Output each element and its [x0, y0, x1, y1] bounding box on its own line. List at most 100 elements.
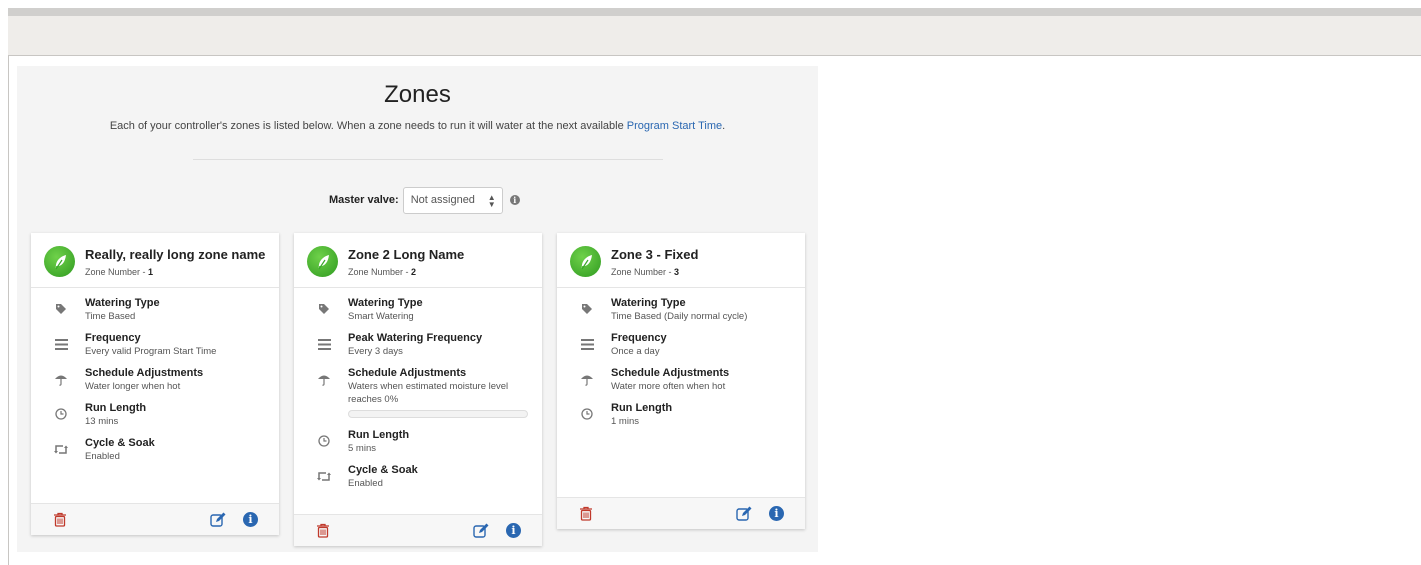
row-title: Cycle & Soak [85, 437, 155, 449]
umbrella-icon [317, 372, 331, 386]
watering-type-row: Watering Type Time Based (Daily normal c… [567, 296, 795, 324]
frequency-row: Peak Watering Frequency Every 3 days [304, 331, 532, 359]
row-value: Smart Watering [348, 311, 414, 322]
master-valve-value: Not assigned [410, 194, 475, 206]
tag-icon [317, 302, 331, 316]
leaf-icon [570, 246, 601, 277]
edit-icon[interactable] [736, 506, 752, 521]
zone-card-header: Zone 3 - Fixed Zone Number - 3 [557, 233, 805, 288]
row-title: Schedule Adjustments [611, 367, 730, 379]
info-icon[interactable]: i [769, 506, 784, 521]
page-subtitle: Each of your controller's zones is liste… [17, 120, 818, 132]
zone-card-header: Really, really long zone name Zone Numbe… [31, 233, 279, 288]
zones-panel: Zones Each of your controller's zones is… [17, 66, 818, 552]
row-value: Enabled [85, 451, 120, 462]
row-title: Frequency [611, 332, 667, 344]
list-icon [580, 337, 594, 351]
umbrella-icon [580, 372, 594, 386]
clock-icon [317, 434, 331, 448]
trash-icon[interactable] [316, 523, 330, 538]
info-icon[interactable]: i [509, 195, 520, 205]
subtitle-text: Each of your controller's zones is liste… [109, 120, 627, 132]
zone-number-label: Zone Number - [611, 267, 675, 277]
zone-name: Really, really long zone name [85, 247, 266, 262]
moisture-level-bar [348, 410, 528, 418]
retweet-icon [54, 442, 68, 456]
row-value: Waters when estimated moisture level rea… [348, 381, 509, 405]
program-start-time-link[interactable]: Program Start Time [627, 120, 722, 132]
row-title: Watering Type [348, 297, 423, 309]
leaf-icon [44, 246, 75, 277]
divider [193, 159, 663, 160]
zone-card-footer: i [557, 497, 805, 529]
header-bar [8, 16, 1421, 56]
zone-card-body: Watering Type Time Based (Daily normal c… [557, 288, 805, 444]
edit-icon[interactable] [473, 523, 489, 538]
zone-card-footer: i [31, 503, 279, 535]
zone-name: Zone 2 Long Name [348, 247, 465, 262]
zone-number: Zone Number - 3 [611, 267, 795, 277]
schedule-adjustments-row: Schedule Adjustments Waters when estimat… [304, 366, 532, 418]
frequency-row: Frequency Every valid Program Start Time [41, 331, 269, 359]
zone-number-value: 1 [148, 267, 154, 277]
zone-card-body: Watering Type Time Based Frequency Every… [31, 288, 279, 479]
master-valve-label: Master valve: [329, 194, 399, 206]
zone-number: Zone Number - 2 [348, 267, 532, 277]
zone-number-label: Zone Number - [348, 267, 412, 277]
umbrella-icon [54, 372, 68, 386]
row-value: Every valid Program Start Time [85, 346, 217, 357]
info-icon[interactable]: i [506, 523, 521, 538]
zone-number-label: Zone Number - [85, 267, 149, 277]
trash-icon[interactable] [53, 512, 67, 527]
clock-icon [54, 407, 68, 421]
zone-card-footer: i [294, 514, 542, 546]
run-length-row: Run Length 13 mins [41, 401, 269, 429]
zone-name: Zone 3 - Fixed [611, 247, 699, 262]
master-valve-group: Master valve: Not assigned ▲ ▼ i [329, 186, 520, 214]
clock-icon [580, 407, 594, 421]
edit-icon[interactable] [210, 512, 226, 527]
row-title: Frequency [85, 332, 141, 344]
row-title: Run Length [611, 402, 673, 414]
cycle-soak-row: Cycle & Soak Enabled [304, 463, 532, 491]
zone-number-value: 3 [674, 267, 680, 277]
watering-type-row: Watering Type Smart Watering [304, 296, 532, 324]
row-value: Time Based [85, 311, 136, 322]
row-title: Watering Type [85, 297, 160, 309]
row-title: Schedule Adjustments [85, 367, 204, 379]
list-icon [54, 337, 68, 351]
row-value: Water more often when hot [611, 381, 726, 392]
zone-card-body: Watering Type Smart Watering Peak Wateri… [294, 288, 542, 506]
row-value: Every 3 days [348, 346, 403, 357]
frequency-row: Frequency Once a day [567, 331, 795, 359]
row-value: Enabled [348, 478, 383, 489]
master-valve-select[interactable]: Not assigned ▲ ▼ [402, 186, 503, 214]
row-value: 5 mins [348, 443, 376, 454]
trash-icon[interactable] [579, 506, 593, 521]
run-length-row: Run Length 5 mins [304, 428, 532, 456]
row-title: Watering Type [611, 297, 686, 309]
zone-number-value: 2 [411, 267, 417, 277]
subtitle-end: . [722, 120, 726, 132]
zone-card-3: Zone 3 - Fixed Zone Number - 3 Watering … [557, 233, 805, 529]
info-icon[interactable]: i [243, 512, 258, 527]
row-value: 1 mins [611, 416, 639, 427]
run-length-row: Run Length 1 mins [567, 401, 795, 429]
zone-card-header: Zone 2 Long Name Zone Number - 2 [294, 233, 542, 288]
leaf-icon [307, 246, 338, 277]
tag-icon [54, 302, 68, 316]
row-title: Peak Watering Frequency [348, 332, 483, 344]
row-value: Water longer when hot [85, 381, 181, 392]
list-icon [317, 337, 331, 351]
schedule-adjustments-row: Schedule Adjustments Water more often wh… [567, 366, 795, 394]
cycle-soak-row: Cycle & Soak Enabled [41, 436, 269, 464]
row-value: Time Based (Daily normal cycle) [611, 311, 748, 322]
left-border [8, 56, 9, 565]
page-title: Zones [384, 81, 451, 108]
retweet-icon [317, 469, 331, 483]
row-title: Schedule Adjustments [348, 367, 467, 379]
row-title: Run Length [85, 402, 147, 414]
zone-card-2: Zone 2 Long Name Zone Number - 2 Waterin… [294, 233, 542, 546]
row-value: Once a day [611, 346, 660, 357]
tag-icon [580, 302, 594, 316]
